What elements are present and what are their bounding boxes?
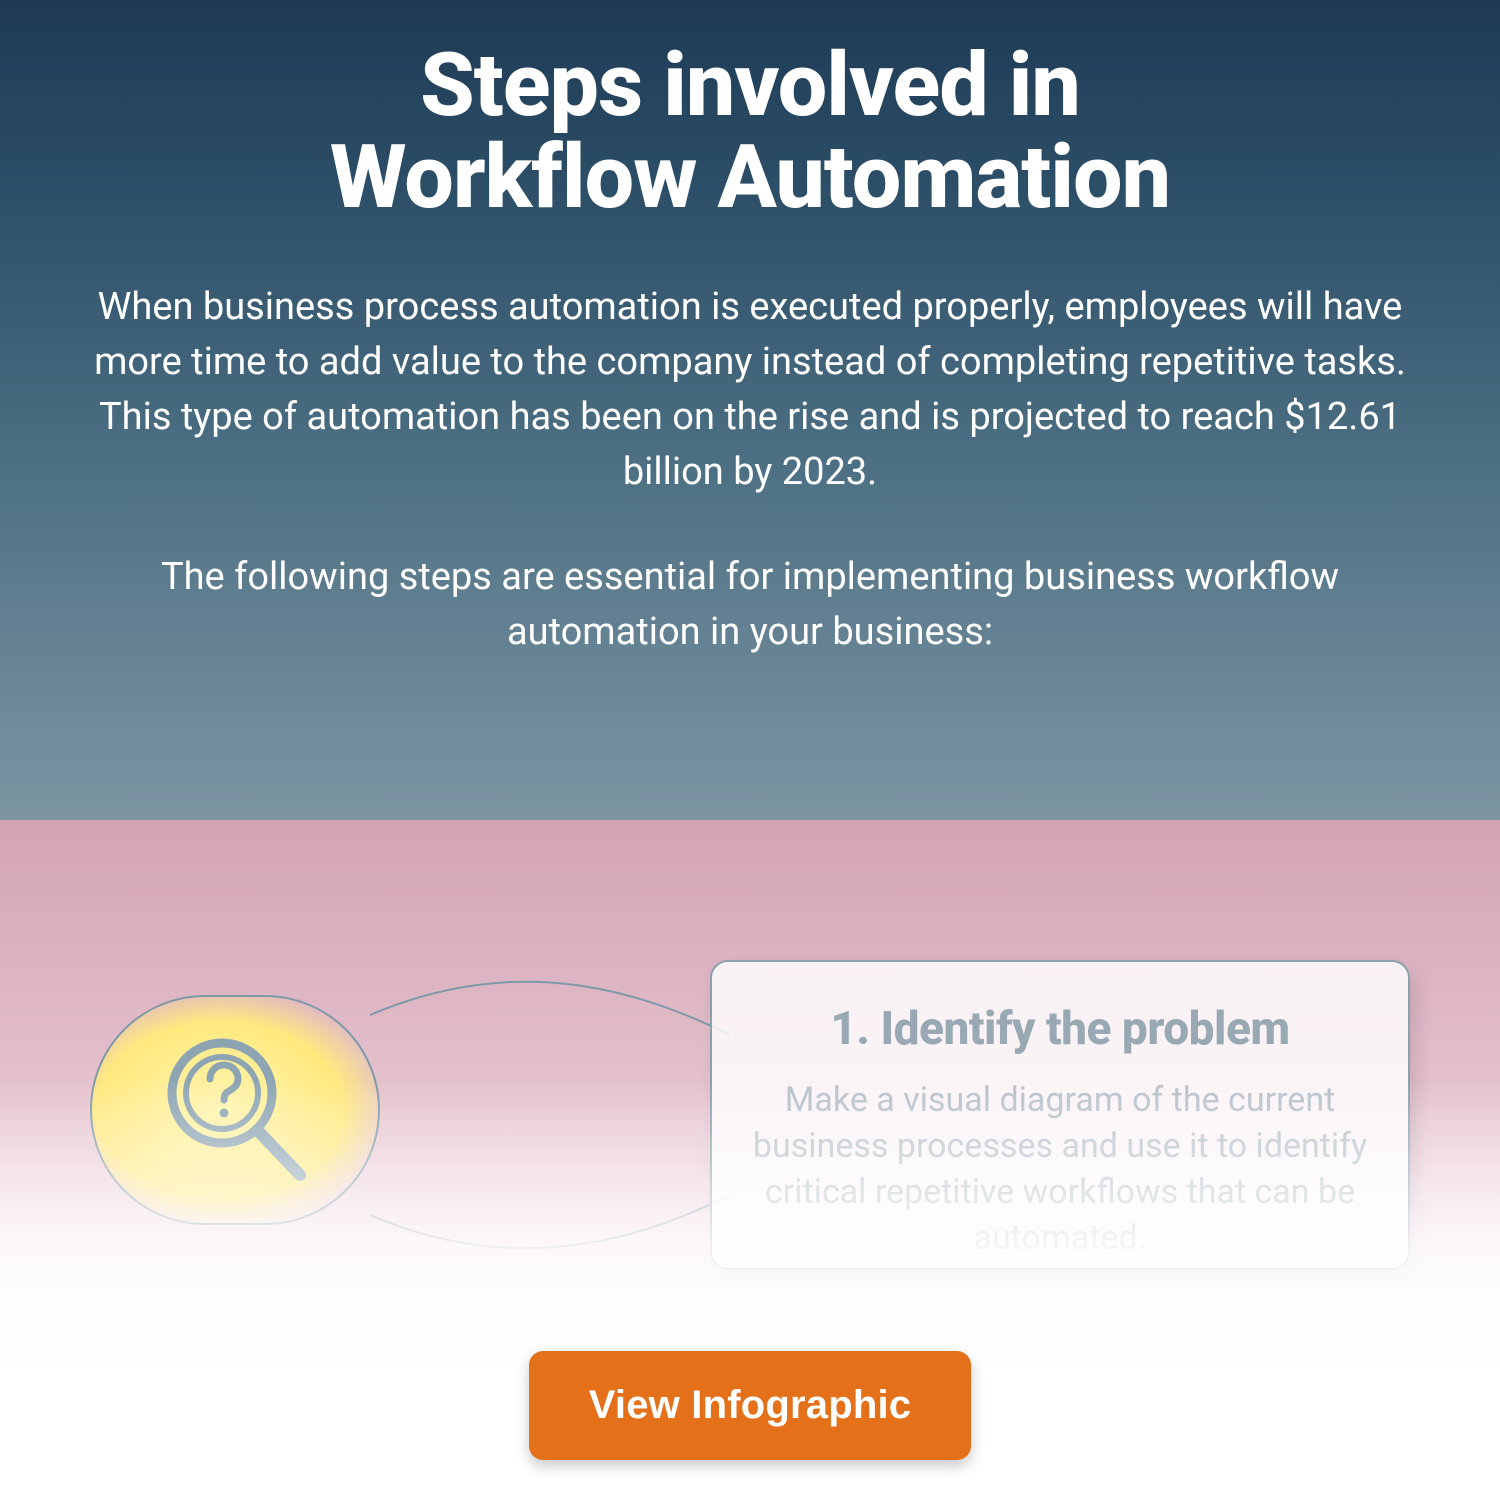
cta-wrap: View Infographic [0, 1351, 1500, 1460]
step-1-card: 1. Identify the problem Make a visual di… [710, 960, 1410, 1270]
title-line2: Workflow Automation [330, 126, 1170, 229]
title-line1: Steps involved in [420, 34, 1080, 137]
infographic-teaser: Steps involved in Workflow Automation Wh… [0, 0, 1500, 1500]
step-1-heading: 1. Identify the problem [752, 1002, 1368, 1056]
step-1-connector [330, 975, 760, 1255]
step-1: 1. Identify the problem Make a visual di… [90, 960, 1410, 1270]
hero-paragraph-1: When business process automation is exec… [90, 280, 1410, 500]
hero-paragraph-2: The following steps are essential for im… [90, 550, 1410, 660]
page-title: Steps involved in Workflow Automation [90, 40, 1410, 225]
step-1-icon-bubble [90, 995, 380, 1225]
step-1-body: Make a visual diagram of the current bus… [752, 1078, 1368, 1262]
magnifier-question-icon [150, 1025, 320, 1195]
view-infographic-button[interactable]: View Infographic [529, 1351, 972, 1460]
hero-section: Steps involved in Workflow Automation Wh… [0, 0, 1500, 820]
